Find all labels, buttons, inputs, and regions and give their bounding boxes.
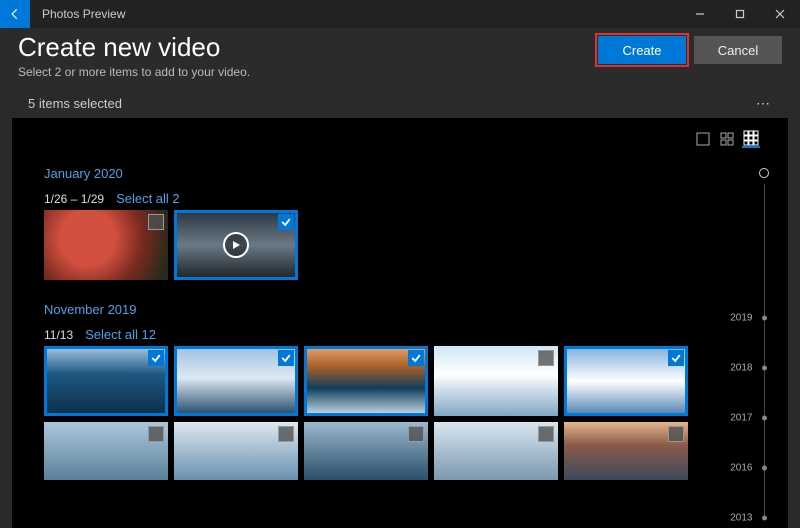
month-heading[interactable]: January 2020 [44, 166, 770, 181]
minimize-button[interactable] [680, 0, 720, 28]
back-button[interactable] [0, 0, 30, 28]
arrow-left-icon [8, 7, 22, 21]
timeline-tick-icon [762, 465, 767, 470]
photo-thumbnail[interactable] [564, 422, 688, 480]
selection-checkbox[interactable] [408, 350, 424, 366]
cancel-button[interactable]: Cancel [694, 36, 782, 64]
photo-grid-panel: January 2020 1/26 – 1/29 Select all 2 No… [12, 118, 788, 528]
selection-checkbox[interactable] [148, 214, 164, 230]
selection-statusbar: 5 items selected ⋯ [0, 89, 800, 118]
timeline-year-label[interactable]: 2019 [730, 312, 752, 323]
timeline-year-label[interactable]: 2017 [730, 412, 752, 423]
timeline-tick-icon [762, 415, 767, 420]
app-title: Photos Preview [42, 7, 125, 21]
photo-thumbnail[interactable] [564, 346, 688, 416]
header: Create new video Select 2 or more items … [0, 28, 800, 89]
selection-checkbox[interactable] [538, 426, 554, 442]
maximize-icon [735, 9, 745, 19]
maximize-button[interactable] [720, 0, 760, 28]
timeline-scrubber[interactable]: 20192018201720162013 [744, 168, 784, 518]
date-range: 1/26 – 1/29 [44, 192, 104, 206]
photo-thumbnail[interactable] [304, 346, 428, 416]
timeline-year-label[interactable]: 2013 [730, 513, 752, 524]
view-switcher [44, 126, 770, 160]
photo-thumbnail[interactable] [174, 422, 298, 480]
view-single-icon[interactable] [694, 130, 712, 148]
minimize-icon [695, 9, 705, 19]
selection-checkbox[interactable] [408, 426, 424, 442]
timeline-handle-icon[interactable] [759, 168, 769, 178]
close-icon [775, 9, 785, 19]
more-button[interactable]: ⋯ [756, 95, 772, 112]
photo-thumbnail[interactable] [174, 210, 298, 280]
titlebar: Photos Preview [0, 0, 800, 28]
selection-checkbox[interactable] [148, 426, 164, 442]
select-all-link[interactable]: Select all 2 [116, 191, 180, 206]
photo-thumbnail[interactable] [174, 346, 298, 416]
selection-checkbox[interactable] [538, 350, 554, 366]
selection-checkbox[interactable] [278, 214, 294, 230]
selection-checkbox[interactable] [668, 350, 684, 366]
selection-count: 5 items selected [28, 96, 122, 111]
photo-thumbnail[interactable] [304, 422, 428, 480]
photo-thumbnail[interactable] [434, 346, 558, 416]
month-heading[interactable]: November 2019 [44, 302, 770, 317]
selection-checkbox[interactable] [278, 426, 294, 442]
date-range: 11/13 [44, 328, 73, 342]
timeline-track[interactable]: 20192018201720162013 [764, 184, 765, 518]
photo-thumbnail[interactable] [434, 422, 558, 480]
photo-thumbnail[interactable] [44, 422, 168, 480]
selection-checkbox[interactable] [668, 426, 684, 442]
photo-thumbnail[interactable] [44, 210, 168, 280]
close-button[interactable] [760, 0, 800, 28]
timeline-year-label[interactable]: 2016 [730, 462, 752, 473]
window-controls [680, 0, 800, 28]
selection-checkbox[interactable] [148, 350, 164, 366]
selection-checkbox[interactable] [278, 350, 294, 366]
create-button[interactable]: Create [598, 36, 686, 64]
timeline-tick-icon [762, 315, 767, 320]
timeline-tick-icon [762, 365, 767, 370]
view-grid2-icon[interactable] [718, 130, 736, 148]
select-all-link[interactable]: Select all 12 [85, 327, 156, 342]
page-subtitle: Select 2 or more items to add to your vi… [18, 65, 598, 79]
timeline-tick-icon [762, 516, 767, 521]
photo-thumbnail[interactable] [44, 346, 168, 416]
timeline-year-label[interactable]: 2018 [730, 362, 752, 373]
page-title: Create new video [18, 32, 598, 63]
play-icon [223, 232, 249, 258]
view-grid3-icon[interactable] [742, 130, 760, 148]
